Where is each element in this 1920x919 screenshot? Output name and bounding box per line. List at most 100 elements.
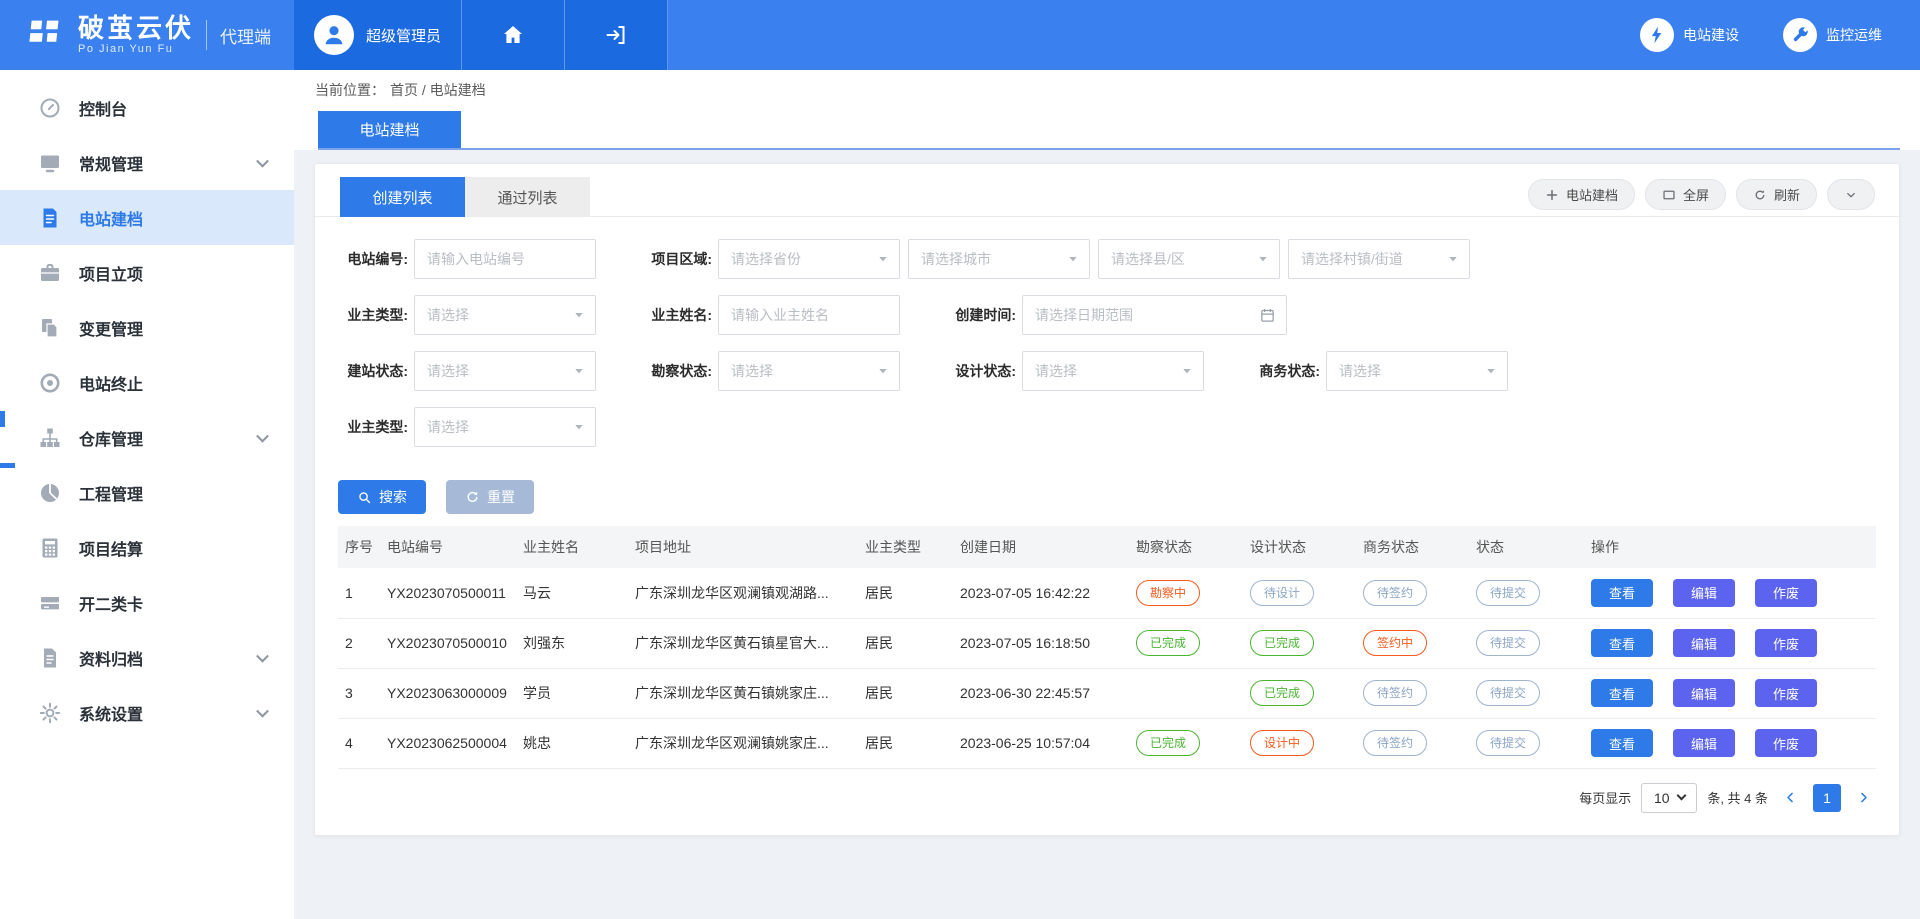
filter-input[interactable] — [415, 240, 595, 278]
sidebar-item-card[interactable]: 开二类卡 — [0, 575, 294, 630]
status-pill: 待提交 — [1476, 630, 1540, 656]
select-placeholder: 请选择村镇/街道 — [1289, 249, 1403, 269]
caret-down-icon — [571, 419, 587, 435]
filter-select[interactable]: 请选择村镇/街道 — [1288, 239, 1470, 279]
prev-page-button[interactable] — [1778, 790, 1803, 805]
search-button[interactable]: 搜索 — [338, 480, 426, 514]
filter-select[interactable]: 请选择 — [414, 407, 596, 447]
brand-name: 破茧云伏 — [78, 15, 194, 42]
user-menu[interactable]: 超级管理员 — [294, 0, 462, 70]
page-button-1[interactable]: 1 — [1813, 784, 1841, 812]
filter-actions: 搜索 重置 — [315, 463, 1899, 514]
sidebar-item-label: 项目立项 — [79, 261, 143, 285]
next-page-button[interactable] — [1851, 790, 1876, 805]
sidebar-item-monitor[interactable]: 常规管理 — [0, 135, 294, 190]
filter-date-input[interactable] — [1023, 296, 1286, 334]
filter-input-wrap — [414, 239, 596, 279]
logout-icon — [604, 23, 628, 47]
sidebar-item-record[interactable]: 电站终止 — [0, 355, 294, 410]
tab-passed-list[interactable]: 通过列表 — [465, 177, 590, 217]
brand-pinyin: Po Jian Yun Fu — [78, 43, 194, 55]
filter-row: 电站编号:项目区域:请选择省份请选择城市请选择县/区请选择村镇/街道 — [338, 239, 1899, 279]
select-placeholder: 请选择 — [415, 417, 469, 437]
status-pill: 设计中 — [1250, 730, 1314, 756]
select-placeholder: 请选择 — [1023, 361, 1077, 381]
void-button[interactable]: 作废 — [1755, 729, 1817, 757]
status-pill: 待提交 — [1476, 680, 1540, 706]
filter-select[interactable]: 请选择县/区 — [1098, 239, 1280, 279]
filter-select[interactable]: 请选择 — [718, 351, 900, 391]
sidebar-item-briefcase[interactable]: 项目立项 — [0, 245, 294, 300]
cell-submit-status: 待提交 — [1473, 718, 1588, 768]
toolbar-fullscreen-button[interactable]: 全屏 — [1645, 179, 1726, 210]
cell-owner-name: 姚忠 — [520, 718, 632, 768]
view-button[interactable]: 查看 — [1591, 629, 1653, 657]
filter-input[interactable] — [719, 296, 899, 334]
caret-down-icon — [875, 363, 891, 379]
sidebar-item-copy[interactable]: 变更管理 — [0, 300, 294, 355]
filter-group: 业主姓名: — [642, 295, 900, 335]
filter-select[interactable]: 请选择省份 — [718, 239, 900, 279]
caret-down-icon — [1065, 251, 1081, 267]
search-button-label: 搜索 — [379, 487, 407, 507]
toolbar-chevron-button[interactable] — [1827, 179, 1875, 210]
brand-logo[interactable]: 破茧云伏 Po Jian Yun Fu 代理端 — [0, 0, 294, 70]
portal-label: 代理端 — [220, 23, 271, 48]
per-page-label: 每页显示 — [1579, 788, 1631, 807]
view-button[interactable]: 查看 — [1591, 729, 1653, 757]
filter-label: 业主姓名: — [642, 305, 712, 325]
select-placeholder: 请选择县/区 — [1099, 249, 1185, 269]
sidebar-item-calculator[interactable]: 项目结算 — [0, 520, 294, 575]
edit-button[interactable]: 编辑 — [1673, 679, 1735, 707]
edit-button[interactable]: 编辑 — [1673, 629, 1735, 657]
toolbar-refresh-button[interactable]: 刷新 — [1736, 179, 1817, 210]
filter-group: 建站状态:请选择 — [338, 351, 596, 391]
view-button[interactable]: 查看 — [1591, 579, 1653, 607]
filter-select[interactable]: 请选择 — [414, 351, 596, 391]
sidebar-item-sitemap[interactable]: 仓库管理 — [0, 410, 294, 465]
sidebar-item-label: 电站终止 — [79, 371, 143, 395]
sidebar-item-gear[interactable]: 系统设置 — [0, 685, 294, 740]
reset-icon — [465, 490, 480, 505]
logout-button[interactable] — [565, 0, 668, 70]
filter-select[interactable]: 请选择城市 — [908, 239, 1090, 279]
cell-serial: 2 — [338, 618, 384, 668]
filter-select[interactable]: 请选择 — [1022, 351, 1204, 391]
quick-link-bolt[interactable]: 电站建设 — [1640, 18, 1739, 52]
table-row: 4YX2023062500004姚忠广东深圳龙华区观澜镇姚家庄...居民2023… — [338, 718, 1876, 768]
quick-link-wrench[interactable]: 监控运维 — [1783, 18, 1882, 52]
content-area: 创建列表通过列表 电站建档全屏刷新 电站编号:项目区域:请选择省份请选择城市请选… — [294, 150, 1920, 919]
void-button[interactable]: 作废 — [1755, 629, 1817, 657]
home-button[interactable] — [462, 0, 565, 70]
filter-label: 电站编号: — [338, 249, 408, 269]
select-placeholder: 请选择 — [415, 305, 469, 325]
void-button[interactable]: 作废 — [1755, 679, 1817, 707]
filter-select[interactable]: 请选择 — [1326, 351, 1508, 391]
breadcrumb: 当前位置： 首页 / 电站建档 — [294, 70, 1920, 110]
edit-button[interactable]: 编辑 — [1673, 729, 1735, 757]
filter-group: 业主类型:请选择 — [338, 295, 596, 335]
view-button[interactable]: 查看 — [1591, 679, 1653, 707]
per-page-select[interactable]: 10 — [1641, 783, 1697, 813]
card-toolbar: 电站建档 全屏刷新 — [1528, 179, 1875, 210]
sidebar-briefcase-icon — [38, 261, 62, 285]
wrench-icon — [1783, 18, 1817, 52]
sidebar-item-doc[interactable]: 电站建档 — [0, 190, 294, 245]
tab-create-list[interactable]: 创建列表 — [340, 177, 465, 217]
brand-text: 破茧云伏 Po Jian Yun Fu — [78, 15, 194, 54]
toolbar-button-label: 电站建档 — [1566, 185, 1618, 204]
table-row: 1YX2023070500011马云广东深圳龙华区观澜镇观湖路...居民2023… — [338, 568, 1876, 618]
bolt-icon — [1640, 18, 1674, 52]
toolbar-plus-button[interactable]: 电站建档 — [1528, 179, 1635, 210]
page-tab-active[interactable]: 电站建档 — [318, 111, 461, 148]
sidebar-item-filedoc[interactable]: 资料归档 — [0, 630, 294, 685]
top-header: 破茧云伏 Po Jian Yun Fu 代理端 超级管理员 电站建设 监控运维 — [0, 0, 1920, 70]
void-button[interactable]: 作废 — [1755, 579, 1817, 607]
sidebar-item-pie[interactable]: 工程管理 — [0, 465, 294, 520]
total-count-label: 条, 共 4 条 — [1707, 788, 1768, 807]
caret-down-icon — [1179, 363, 1195, 379]
sidebar-item-gauge[interactable]: 控制台 — [0, 80, 294, 135]
edit-button[interactable]: 编辑 — [1673, 579, 1735, 607]
reset-button[interactable]: 重置 — [446, 480, 534, 514]
filter-select[interactable]: 请选择 — [414, 295, 596, 335]
